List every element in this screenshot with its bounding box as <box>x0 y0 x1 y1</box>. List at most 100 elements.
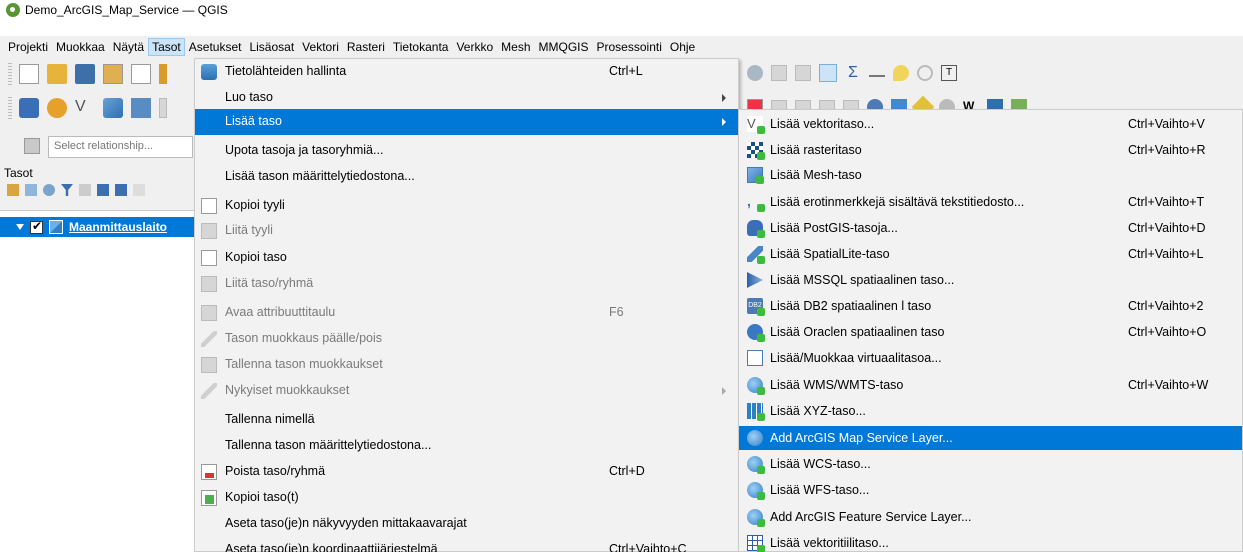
menu-nayta[interactable]: Näytä <box>109 38 148 56</box>
field-calculator-icon[interactable] <box>795 65 811 81</box>
menu-item-open-attribute-table[interactable]: Avaa attribuuttitaulu F6 <box>195 300 738 326</box>
submenu-item-add-wcs[interactable]: Lisää WCS-taso... <box>739 452 1242 476</box>
measure-icon[interactable] <box>869 69 885 77</box>
add-vector-toolbar-icon[interactable]: V <box>75 98 95 118</box>
copy-style-icon <box>201 198 217 214</box>
submenu-item-add-wfs[interactable]: Lisää WFS-taso... <box>739 478 1242 502</box>
submenu-item-add-mesh-layer[interactable]: Lisää Mesh-taso <box>739 163 1242 187</box>
menu-item-duplicate-layer[interactable]: Kopioi taso(t) <box>195 485 738 511</box>
open-layer-styling-icon[interactable] <box>7 184 19 196</box>
menu-verkko[interactable]: Verkko <box>452 38 497 56</box>
menu-item-copy-style[interactable]: Kopioi tyyli <box>195 193 738 219</box>
filter-expression-icon[interactable] <box>79 184 91 196</box>
menu-mesh[interactable]: Mesh <box>497 38 534 56</box>
menu-ohje[interactable]: Ohje <box>666 38 699 56</box>
submenu-item-add-arcgis-map-service[interactable]: Add ArcGIS Map Service Layer... <box>739 426 1242 450</box>
statistics-sigma-icon[interactable]: Σ <box>845 65 861 81</box>
submenu-item-add-delimited-text[interactable]: , Lisää erotinmerkkejä sisältävä tekstit… <box>739 190 1242 214</box>
text-annotation-icon[interactable]: T <box>941 65 957 81</box>
menu-item-save-edits[interactable]: Tallenna tason muokkaukset <box>195 352 738 378</box>
menu-asetukset[interactable]: Asetukset <box>185 38 246 56</box>
menu-lisaosat[interactable]: Lisäosat <box>245 38 298 56</box>
menu-rasteri[interactable]: Rasteri <box>343 38 389 56</box>
submenu-arrow-icon <box>722 387 726 395</box>
menu-item-embed-layers[interactable]: Upota tasoja ja tasoryhmiä... <box>195 138 738 164</box>
layout-manager-icon[interactable] <box>159 64 167 84</box>
expand-arrow-icon[interactable] <box>16 224 24 230</box>
print-layout-icon[interactable] <box>131 64 151 84</box>
submenu-item-add-oracle[interactable]: Lisää Oraclen spatiaalinen taso Ctrl+Vai… <box>739 320 1242 344</box>
menu-bar: Projekti Muokkaa Näytä Tasot Asetukset L… <box>0 36 1243 57</box>
menu-item-label: Tallenna tason määrittelytiedostona... <box>225 438 432 452</box>
zoom-search-icon[interactable] <box>917 65 933 81</box>
relationship-tool-icon[interactable] <box>24 138 40 154</box>
submenu-item-add-vector-tile[interactable]: Lisää vektoritiilitaso... <box>739 531 1242 552</box>
submenu-item-add-virtual-layer[interactable]: Lisää/Muokkaa virtuaalitasoa... <box>739 346 1242 370</box>
attribute-table-toolbar-icon[interactable] <box>771 65 787 81</box>
add-postgis-toolbar-icon[interactable] <box>131 98 151 118</box>
add-raster-toolbar-icon[interactable] <box>159 98 167 118</box>
menu-vektori[interactable]: Vektori <box>298 38 343 56</box>
menu-prosessointi[interactable]: Prosessointi <box>593 38 666 56</box>
toolbar-grip[interactable] <box>8 63 12 85</box>
submenu-item-label: Lisää rasteritaso <box>770 143 862 157</box>
add-spatialite-toolbar-icon[interactable] <box>103 98 123 118</box>
expand-all-icon[interactable] <box>97 184 109 196</box>
menu-mmqgis[interactable]: MMQGIS <box>535 38 593 56</box>
filter-legend-icon[interactable] <box>61 184 73 196</box>
submenu-item-shortcut: Ctrl+Vaihto+V <box>1128 117 1205 131</box>
menu-item-paste-layer[interactable]: Liitä taso/ryhmä <box>195 271 738 297</box>
menu-projekti[interactable]: Projekti <box>4 38 52 56</box>
menu-item-label: Avaa attribuuttitaulu <box>225 305 336 319</box>
map-tips-icon[interactable] <box>893 65 909 81</box>
submenu-item-add-postgis[interactable]: Lisää PostGIS-tasoja... Ctrl+Vaihto+D <box>739 216 1242 240</box>
menu-item-remove-layer[interactable]: Poista taso/ryhmä Ctrl+D <box>195 459 738 485</box>
submenu-item-label: Lisää vektoritaso... <box>770 117 875 131</box>
new-project-icon[interactable] <box>19 64 39 84</box>
menu-muokkaa[interactable]: Muokkaa <box>52 38 109 56</box>
menu-item-paste-style[interactable]: Liitä tyyli <box>195 218 738 244</box>
remove-layer-toolbar-icon[interactable] <box>133 184 145 196</box>
layer-row[interactable]: Maanmittauslaito <box>0 217 196 237</box>
submenu-item-add-arcgis-feature-service[interactable]: Add ArcGIS Feature Service Layer... <box>739 505 1242 529</box>
menu-item-save-layer-definition[interactable]: Tallenna tason määrittelytiedostona... <box>195 433 738 459</box>
menu-item-save-as[interactable]: Tallenna nimellä <box>195 407 738 433</box>
collapse-all-icon[interactable] <box>115 184 127 196</box>
menu-item-current-edits[interactable]: Nykyiset muokkaukset <box>195 378 738 404</box>
submenu-item-add-xyz[interactable]: Lisää XYZ-taso... <box>739 399 1242 423</box>
submenu-item-add-wms[interactable]: Lisää WMS/WMTS-taso Ctrl+Vaihto+W <box>739 373 1242 397</box>
add-raster-layer-icon <box>747 142 765 160</box>
menu-item-copy-layer[interactable]: Kopioi taso <box>195 245 738 271</box>
submenu-item-label: Lisää DB2 spatiaalinen l taso <box>770 299 932 313</box>
menu-tietokanta[interactable]: Tietokanta <box>389 38 453 56</box>
manage-map-themes-icon[interactable] <box>43 184 55 196</box>
submenu-item-add-mssql[interactable]: Lisää MSSQL spatiaalinen taso... <box>739 268 1242 292</box>
menu-item-set-scale-visibility[interactable]: Aseta taso(je)n näkyvyyden mittakaavaraj… <box>195 511 738 537</box>
submenu-item-add-db2[interactable]: DB2 Lisää DB2 spatiaalinen l taso Ctrl+V… <box>739 294 1242 318</box>
identify-icon[interactable] <box>747 65 763 81</box>
add-group-icon[interactable] <box>25 184 37 196</box>
save-project-icon[interactable] <box>75 64 95 84</box>
menu-item-data-source-manager[interactable]: Tietolähteiden hallinta Ctrl+L <box>195 59 738 85</box>
relationship-select[interactable]: Select relationship... <box>48 136 193 158</box>
submenu-item-label: Lisää PostGIS-tasoja... <box>770 221 898 235</box>
add-spatialite-icon <box>747 246 765 264</box>
processing-toolbox-icon[interactable] <box>819 64 837 82</box>
submenu-item-shortcut: Ctrl+Vaihto+W <box>1128 378 1209 392</box>
toolbar-grip-2[interactable] <box>8 97 12 119</box>
menu-item-add-layer[interactable]: Lisää taso <box>195 109 738 135</box>
menu-tasot[interactable]: Tasot <box>148 37 185 56</box>
attribute-table-icon <box>201 305 217 321</box>
menu-item-add-layer-definition[interactable]: Lisää tason määrittelytiedostona... <box>195 164 738 190</box>
menu-item-toggle-editing[interactable]: Tason muokkaus päälle/pois <box>195 326 738 352</box>
open-project-icon[interactable] <box>47 64 67 84</box>
data-source-toolbar-icon[interactable] <box>19 98 39 118</box>
submenu-item-add-raster-layer[interactable]: Lisää rasteritaso Ctrl+Vaihto+R <box>739 138 1242 162</box>
submenu-item-add-spatialite[interactable]: Lisää SpatialLite-taso Ctrl+Vaihto+L <box>739 242 1242 266</box>
menu-item-set-crs[interactable]: Aseta taso(je)n koordinaattijärjestelmä … <box>195 537 738 552</box>
menu-item-create-layer[interactable]: Luo taso <box>195 85 738 111</box>
layer-visibility-checkbox[interactable] <box>30 219 43 234</box>
save-as-icon[interactable] <box>103 64 123 84</box>
submenu-item-add-vector-layer[interactable]: V Lisää vektoritaso... Ctrl+Vaihto+V <box>739 112 1242 136</box>
add-layer-toolbar-icon[interactable] <box>47 98 67 118</box>
